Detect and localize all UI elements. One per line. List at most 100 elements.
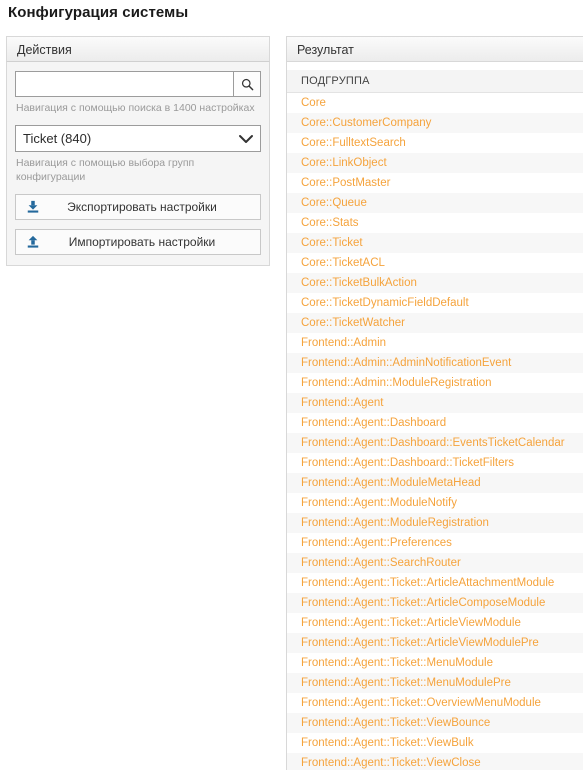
table-row[interactable]: Core::TicketWatcher	[287, 312, 583, 333]
subgroup-link[interactable]: Core::PostMaster	[301, 177, 390, 189]
subgroup-cell: Core::Ticket	[287, 232, 583, 253]
table-row[interactable]: Core	[287, 92, 583, 113]
subgroup-link[interactable]: Core::TicketWatcher	[301, 317, 405, 329]
search-button[interactable]	[233, 71, 261, 97]
export-settings-button[interactable]: Экспортировать настройки	[15, 193, 261, 220]
subgroup-link[interactable]: Frontend::Agent::Ticket::ViewBulk	[301, 737, 474, 749]
subgroup-link[interactable]: Core::LinkObject	[301, 157, 387, 169]
subgroup-cell: Frontend::Agent::Dashboard::TicketFilter…	[287, 452, 583, 473]
table-row[interactable]: Core::PostMaster	[287, 172, 583, 193]
subgroup-cell: Frontend::Agent::Dashboard::EventsTicket…	[287, 432, 583, 453]
table-row[interactable]: Core::Queue	[287, 192, 583, 213]
table-row[interactable]: Frontend::Agent::Dashboard	[287, 412, 583, 433]
group-select-hint: Навигация с помощью выбора групп конфигу…	[16, 157, 195, 184]
subgroup-cell: Frontend::Agent::Ticket::ArticleViewModu…	[287, 612, 583, 633]
subgroup-link[interactable]: Frontend::Agent::Ticket::ViewBounce	[301, 717, 490, 729]
subgroup-link[interactable]: Core::TicketBulkAction	[301, 277, 417, 289]
export-settings-label: Экспортировать настройки	[67, 199, 217, 214]
table-row[interactable]: Frontend::Agent::ModuleNotify	[287, 492, 583, 513]
table-row[interactable]: Core::Ticket	[287, 232, 583, 253]
table-row[interactable]: Frontend::Agent::Ticket::OverviewMenuMod…	[287, 692, 583, 713]
table-row[interactable]: Frontend::Agent::Ticket::ViewBounce	[287, 712, 583, 733]
table-row[interactable]: Core::FulltextSearch	[287, 132, 583, 153]
subgroup-cell: Frontend::Admin::AdminNotificationEvent	[287, 352, 583, 373]
table-row[interactable]: Frontend::Agent::Dashboard::EventsTicket…	[287, 432, 583, 453]
subgroup-link[interactable]: Frontend::Agent::Dashboard	[301, 417, 446, 429]
subgroup-link[interactable]: Core::TicketACL	[301, 257, 385, 269]
table-row[interactable]: Frontend::Agent::SearchRouter	[287, 552, 583, 573]
subgroup-cell: Frontend::Agent::Ticket::ArticleViewModu…	[287, 632, 583, 653]
subgroup-link[interactable]: Core::FulltextSearch	[301, 137, 406, 149]
subgroup-cell: Frontend::Agent::Ticket::MenuModulePre	[287, 672, 583, 693]
system-configuration-page: Конфигурация системы Действия Навигация …	[0, 0, 583, 770]
table-row[interactable]: Frontend::Agent::Ticket::MenuModulePre	[287, 672, 583, 693]
table-row[interactable]: Frontend::Agent::Ticket::ArticleViewModu…	[287, 612, 583, 633]
table-row[interactable]: Frontend::Agent::Ticket::ArticleViewModu…	[287, 632, 583, 653]
subgroup-cell: Core::TicketDynamicFieldDefault	[287, 292, 583, 313]
import-settings-button[interactable]: Импортировать настройки	[15, 228, 261, 255]
subgroup-link[interactable]: Frontend::Agent::Preferences	[301, 537, 452, 549]
subgroup-link[interactable]: Frontend::Agent::Ticket::ArticleAttachme…	[301, 577, 554, 589]
subgroup-link[interactable]: Frontend::Agent	[301, 397, 383, 409]
subgroup-link[interactable]: Frontend::Admin::AdminNotificationEvent	[301, 357, 511, 369]
subgroup-link[interactable]: Frontend::Admin::ModuleRegistration	[301, 377, 492, 389]
subgroup-link[interactable]: Frontend::Agent::Ticket::ViewClose	[301, 757, 481, 769]
subgroup-link[interactable]: Frontend::Agent::Ticket::OverviewMenuMod…	[301, 697, 541, 709]
table-row[interactable]: Frontend::Agent::Ticket::MenuModule	[287, 652, 583, 673]
subgroup-link[interactable]: Core::Stats	[301, 217, 359, 229]
table-row[interactable]: Frontend::Agent::Ticket::ArticleComposeM…	[287, 592, 583, 613]
subgroup-link[interactable]: Frontend::Agent::Ticket::ArticleViewModu…	[301, 617, 521, 629]
subgroup-link[interactable]: Frontend::Agent::Dashboard::EventsTicket…	[301, 437, 565, 449]
subgroup-link[interactable]: Core	[301, 97, 326, 109]
actions-panel-widget: Навигация с помощью поиска в 1400 настро…	[6, 62, 270, 266]
subgroup-cell: Frontend::Agent::SearchRouter	[287, 552, 583, 573]
table-row[interactable]: Frontend::Agent::ModuleMetaHead	[287, 472, 583, 493]
subgroup-link[interactable]: Frontend::Agent::Dashboard::TicketFilter…	[301, 457, 514, 469]
search-hint: Навигация с помощью поиска в 1400 настро…	[16, 102, 255, 114]
table-row[interactable]: Frontend::Agent::Ticket::ArticleAttachme…	[287, 572, 583, 593]
subgroup-link[interactable]: Frontend::Agent::Ticket::MenuModule	[301, 657, 493, 669]
table-row[interactable]: Core::TicketDynamicFieldDefault	[287, 292, 583, 313]
search-input[interactable]	[15, 71, 233, 97]
table-row[interactable]: Core::TicketBulkAction	[287, 272, 583, 293]
subgroup-cell: Frontend::Admin	[287, 332, 583, 353]
subgroup-link[interactable]: Frontend::Agent::Ticket::MenuModulePre	[301, 677, 511, 689]
table-row[interactable]: Frontend::Agent::Ticket::ViewBulk	[287, 732, 583, 753]
subgroup-cell: Frontend::Agent::Preferences	[287, 532, 583, 553]
table-row[interactable]: Core::LinkObject	[287, 152, 583, 173]
table-row[interactable]: Core::CustomerCompany	[287, 112, 583, 133]
subgroup-link[interactable]: Core::CustomerCompany	[301, 117, 431, 129]
download-icon	[16, 200, 50, 214]
table-row[interactable]: Core::TicketACL	[287, 252, 583, 273]
table-row[interactable]: Frontend::Agent::Dashboard::TicketFilter…	[287, 452, 583, 473]
table-row[interactable]: Frontend::Admin	[287, 332, 583, 353]
table-row[interactable]: Core::Stats	[287, 212, 583, 233]
subgroup-cell: Frontend::Agent::Ticket::ArticleAttachme…	[287, 572, 583, 593]
subgroup-link[interactable]: Frontend::Agent::ModuleNotify	[301, 497, 457, 509]
subgroup-link[interactable]: Frontend::Agent::Ticket::ArticleComposeM…	[301, 597, 545, 609]
subgroup-cell: Core::Stats	[287, 212, 583, 233]
table-row[interactable]: Frontend::Agent	[287, 392, 583, 413]
table-row[interactable]: Frontend::Agent::Ticket::ViewClose	[287, 752, 583, 770]
subgroup-link[interactable]: Frontend::Agent::ModuleRegistration	[301, 517, 489, 529]
subgroup-link[interactable]: Core::TicketDynamicFieldDefault	[301, 297, 469, 309]
actions-panel: Действия Навигация с помощью поиска в 14…	[6, 36, 270, 266]
subgroup-table: ПОДГРУППА Core Core::CustomerCompany Core:…	[287, 70, 583, 770]
subgroup-cell: Frontend::Agent::Ticket::ArticleComposeM…	[287, 592, 583, 613]
group-select[interactable]: Ticket (840)	[15, 125, 261, 153]
subgroup-link[interactable]: Frontend::Agent::SearchRouter	[301, 557, 461, 569]
subgroup-link[interactable]: Core::Queue	[301, 197, 367, 209]
subgroup-link[interactable]: Frontend::Agent::Ticket::ArticleViewModu…	[301, 637, 539, 649]
table-row[interactable]: Frontend::Admin::ModuleRegistration	[287, 372, 583, 393]
subgroup-link[interactable]: Core::Ticket	[301, 237, 363, 249]
subgroup-link[interactable]: Frontend::Admin	[301, 337, 386, 349]
table-row[interactable]: Frontend::Agent::Preferences	[287, 532, 583, 553]
table-row[interactable]: Frontend::Agent::ModuleRegistration	[287, 512, 583, 533]
search-icon	[241, 78, 254, 91]
result-panel: Результат ПОДГРУППА Core Core::CustomerCo…	[286, 36, 583, 770]
result-panel-header: Результат	[286, 36, 583, 62]
subgroup-link[interactable]: Frontend::Agent::ModuleMetaHead	[301, 477, 481, 489]
import-settings-label: Импортировать настройки	[68, 234, 216, 249]
actions-panel-body: Навигация с помощью поиска в 1400 настро…	[7, 62, 269, 265]
table-row[interactable]: Frontend::Admin::AdminNotificationEvent	[287, 352, 583, 373]
